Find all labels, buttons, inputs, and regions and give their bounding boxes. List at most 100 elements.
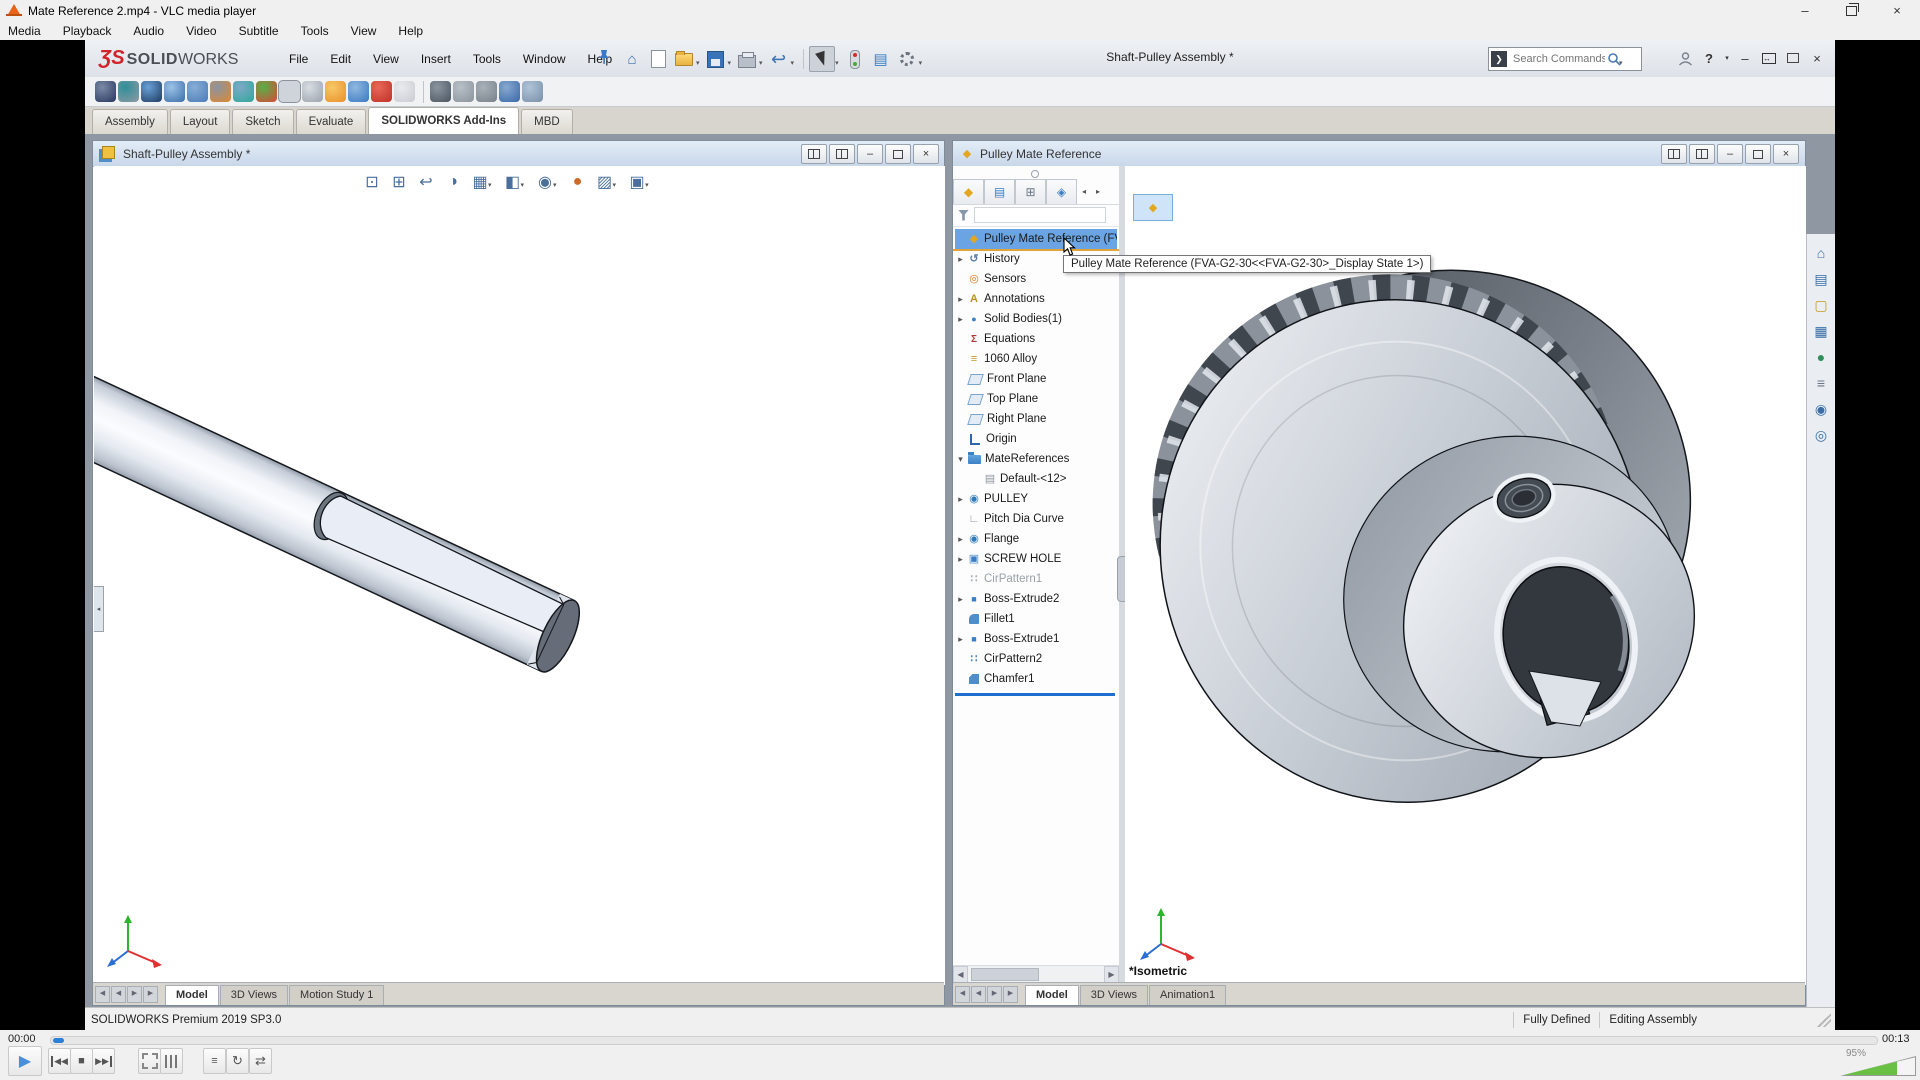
addin-icon-12[interactable]	[348, 81, 369, 102]
help-dropdown[interactable]: ▾	[1721, 47, 1733, 69]
tab-sketch[interactable]: Sketch	[232, 109, 293, 134]
assembly-tab-motion-study-1[interactable]: Motion Study 1	[289, 985, 384, 1005]
options-button[interactable]	[895, 47, 919, 71]
pulley-model[interactable]	[1125, 166, 1806, 985]
video-frame[interactable]: ƷSSOLIDWORKS FileEditViewInsertToolsWind…	[85, 40, 1835, 1030]
previous-button[interactable]: ◀◀	[48, 1048, 71, 1074]
tree-item-right-plane[interactable]: Right Plane	[955, 409, 1117, 429]
appearances-scenes-icon[interactable]: ●	[1810, 346, 1832, 368]
expand-arrow[interactable]: ▸	[955, 554, 966, 565]
addin-icon-13[interactable]	[371, 81, 392, 102]
context-toolbar-button[interactable]	[1133, 194, 1173, 221]
part-tab-animation1[interactable]: Animation1	[1149, 985, 1226, 1005]
print-dropdown[interactable]: ▾	[759, 59, 763, 67]
tree-item-cirpattern1[interactable]: CirPattern1	[955, 569, 1117, 589]
random-button[interactable]: ⇄	[249, 1048, 272, 1074]
addin-icon-18[interactable]	[476, 81, 497, 102]
part-tab-nav-1[interactable]: ◀	[971, 986, 986, 1003]
loop-button[interactable]: ↻	[226, 1048, 249, 1074]
tab-solidworks-add-ins[interactable]: SOLIDWORKS Add-Ins	[368, 107, 519, 134]
assembly-tab-nav-1[interactable]: ◀	[111, 986, 126, 1003]
tree-item-boss-extrude1[interactable]: ▸Boss-Extrude1	[955, 629, 1117, 649]
tree-item-fillet1[interactable]: Fillet1	[955, 609, 1117, 629]
design-library-icon[interactable]: ▤	[1810, 268, 1832, 290]
resize-grip[interactable]	[1817, 1013, 1831, 1027]
play-button[interactable]: ▶	[8, 1046, 42, 1076]
assembly-tab-nav-0[interactable]: ◀	[95, 986, 110, 1003]
select-tool-button[interactable]	[809, 46, 835, 72]
addin-icon-16[interactable]	[430, 81, 451, 102]
vlc-close-button[interactable]: ×	[1874, 0, 1920, 22]
rollback-bar[interactable]	[955, 693, 1115, 696]
tree-item-pitch-dia-curve[interactable]: Pitch Dia Curve	[955, 509, 1117, 529]
sw-minimize-button[interactable]: –	[1733, 47, 1757, 69]
panel-collapse-handle[interactable]: ◂	[94, 586, 104, 632]
expand-arrow[interactable]: ▸	[955, 254, 966, 265]
filter-input[interactable]	[974, 207, 1106, 223]
expand-arrow[interactable]: ▸	[955, 594, 966, 605]
manager-tabs-scroll-right[interactable]: ▸	[1091, 180, 1105, 202]
tile-vertical-button[interactable]	[801, 144, 827, 164]
addin-icon-5[interactable]	[187, 81, 208, 102]
expand-arrow[interactable]: ▸	[955, 534, 966, 545]
part-window[interactable]: Pulley Mate Reference – × ◆▤⊞◈◂▸	[952, 140, 1806, 1006]
rebuild-button[interactable]	[843, 47, 867, 71]
custom-properties-icon[interactable]: ≡	[1810, 372, 1832, 394]
tree-item-1060-alloy[interactable]: 1060 Alloy	[955, 349, 1117, 369]
addin-icon-2[interactable]	[118, 81, 139, 102]
shaft-model[interactable]	[94, 166, 945, 985]
vlc-menu-tools[interactable]: Tools	[301, 24, 329, 38]
manager-tab-propertymanager[interactable]: ▤	[984, 179, 1015, 204]
child-restore-button[interactable]	[1745, 144, 1771, 164]
solidworks-forum-icon[interactable]: ◎	[1810, 424, 1832, 446]
stop-button[interactable]: ■	[70, 1048, 93, 1074]
expand-arrow[interactable]: ▾	[955, 454, 966, 465]
tree-item-cirpattern2[interactable]: CirPattern2	[955, 649, 1117, 669]
print-button[interactable]	[735, 47, 759, 71]
manager-tab-dimxpertmanager[interactable]: ◈	[1046, 179, 1077, 204]
manager-tab-configurationmanager[interactable]: ⊞	[1015, 179, 1046, 204]
seek-bar[interactable]	[50, 1036, 1878, 1045]
tile-horizontal-button[interactable]	[829, 144, 855, 164]
addin-icon-14[interactable]	[394, 81, 415, 102]
tree-item-equations[interactable]: Equations	[955, 329, 1117, 349]
new-document-button[interactable]	[646, 47, 670, 71]
user-account-icon[interactable]	[1673, 47, 1697, 69]
tree-item-boss-extrude2[interactable]: ▸Boss-Extrude2	[955, 589, 1117, 609]
solidworks-resources-icon[interactable]: ⌂	[1810, 242, 1832, 264]
addin-icon-8[interactable]	[256, 81, 277, 102]
fullscreen-button[interactable]	[138, 1048, 161, 1074]
addin-icon-7[interactable]	[233, 81, 254, 102]
tile-horizontal-button[interactable]	[1689, 144, 1715, 164]
volume-slider[interactable]	[1840, 1056, 1916, 1076]
select-dropdown[interactable]: ▾	[835, 59, 839, 67]
sw-arrange-button[interactable]: ↔	[1757, 47, 1781, 69]
help-button[interactable]: ?	[1697, 47, 1721, 69]
sw-restore-button[interactable]	[1781, 47, 1805, 69]
tree-item-screw-hole[interactable]: ▸SCREW HOLE	[955, 549, 1117, 569]
tab-layout[interactable]: Layout	[170, 109, 231, 134]
sw-menu-tools[interactable]: Tools	[469, 50, 505, 68]
addin-icon-4[interactable]	[164, 81, 185, 102]
expand-arrow[interactable]: ▸	[955, 494, 966, 505]
next-button[interactable]: ▶▶	[92, 1048, 115, 1074]
assembly-tab-nav-3[interactable]: ▶	[143, 986, 158, 1003]
part-tab-3d-views[interactable]: 3D Views	[1080, 985, 1148, 1005]
assembly-graphics-area[interactable]: ⊡⊞↩◑▦▾◧▾◉▾●▨▾▣▾	[94, 166, 945, 985]
addin-icon-9[interactable]	[279, 81, 300, 102]
search-commands-box[interactable]: ❯ ▾	[1488, 47, 1642, 71]
vlc-menu-playback[interactable]: Playback	[63, 24, 112, 38]
panel-grip[interactable]	[1031, 170, 1039, 178]
vlc-menu-view[interactable]: View	[351, 24, 377, 38]
addin-icon-11[interactable]	[325, 81, 346, 102]
expand-arrow[interactable]: ▸	[955, 634, 966, 645]
tree-item-matereferences[interactable]: ▾MateReferences	[955, 449, 1117, 469]
child-restore-button[interactable]	[885, 144, 911, 164]
extended-settings-button[interactable]	[160, 1048, 183, 1074]
file-properties-button[interactable]: ▤	[869, 47, 893, 71]
part-tab-nav-0[interactable]: ◀	[955, 986, 970, 1003]
addin-icon-3[interactable]	[141, 81, 162, 102]
tree-item-front-plane[interactable]: Front Plane	[955, 369, 1117, 389]
addin-icon-17[interactable]	[453, 81, 474, 102]
assembly-tab-model[interactable]: Model	[165, 985, 219, 1005]
